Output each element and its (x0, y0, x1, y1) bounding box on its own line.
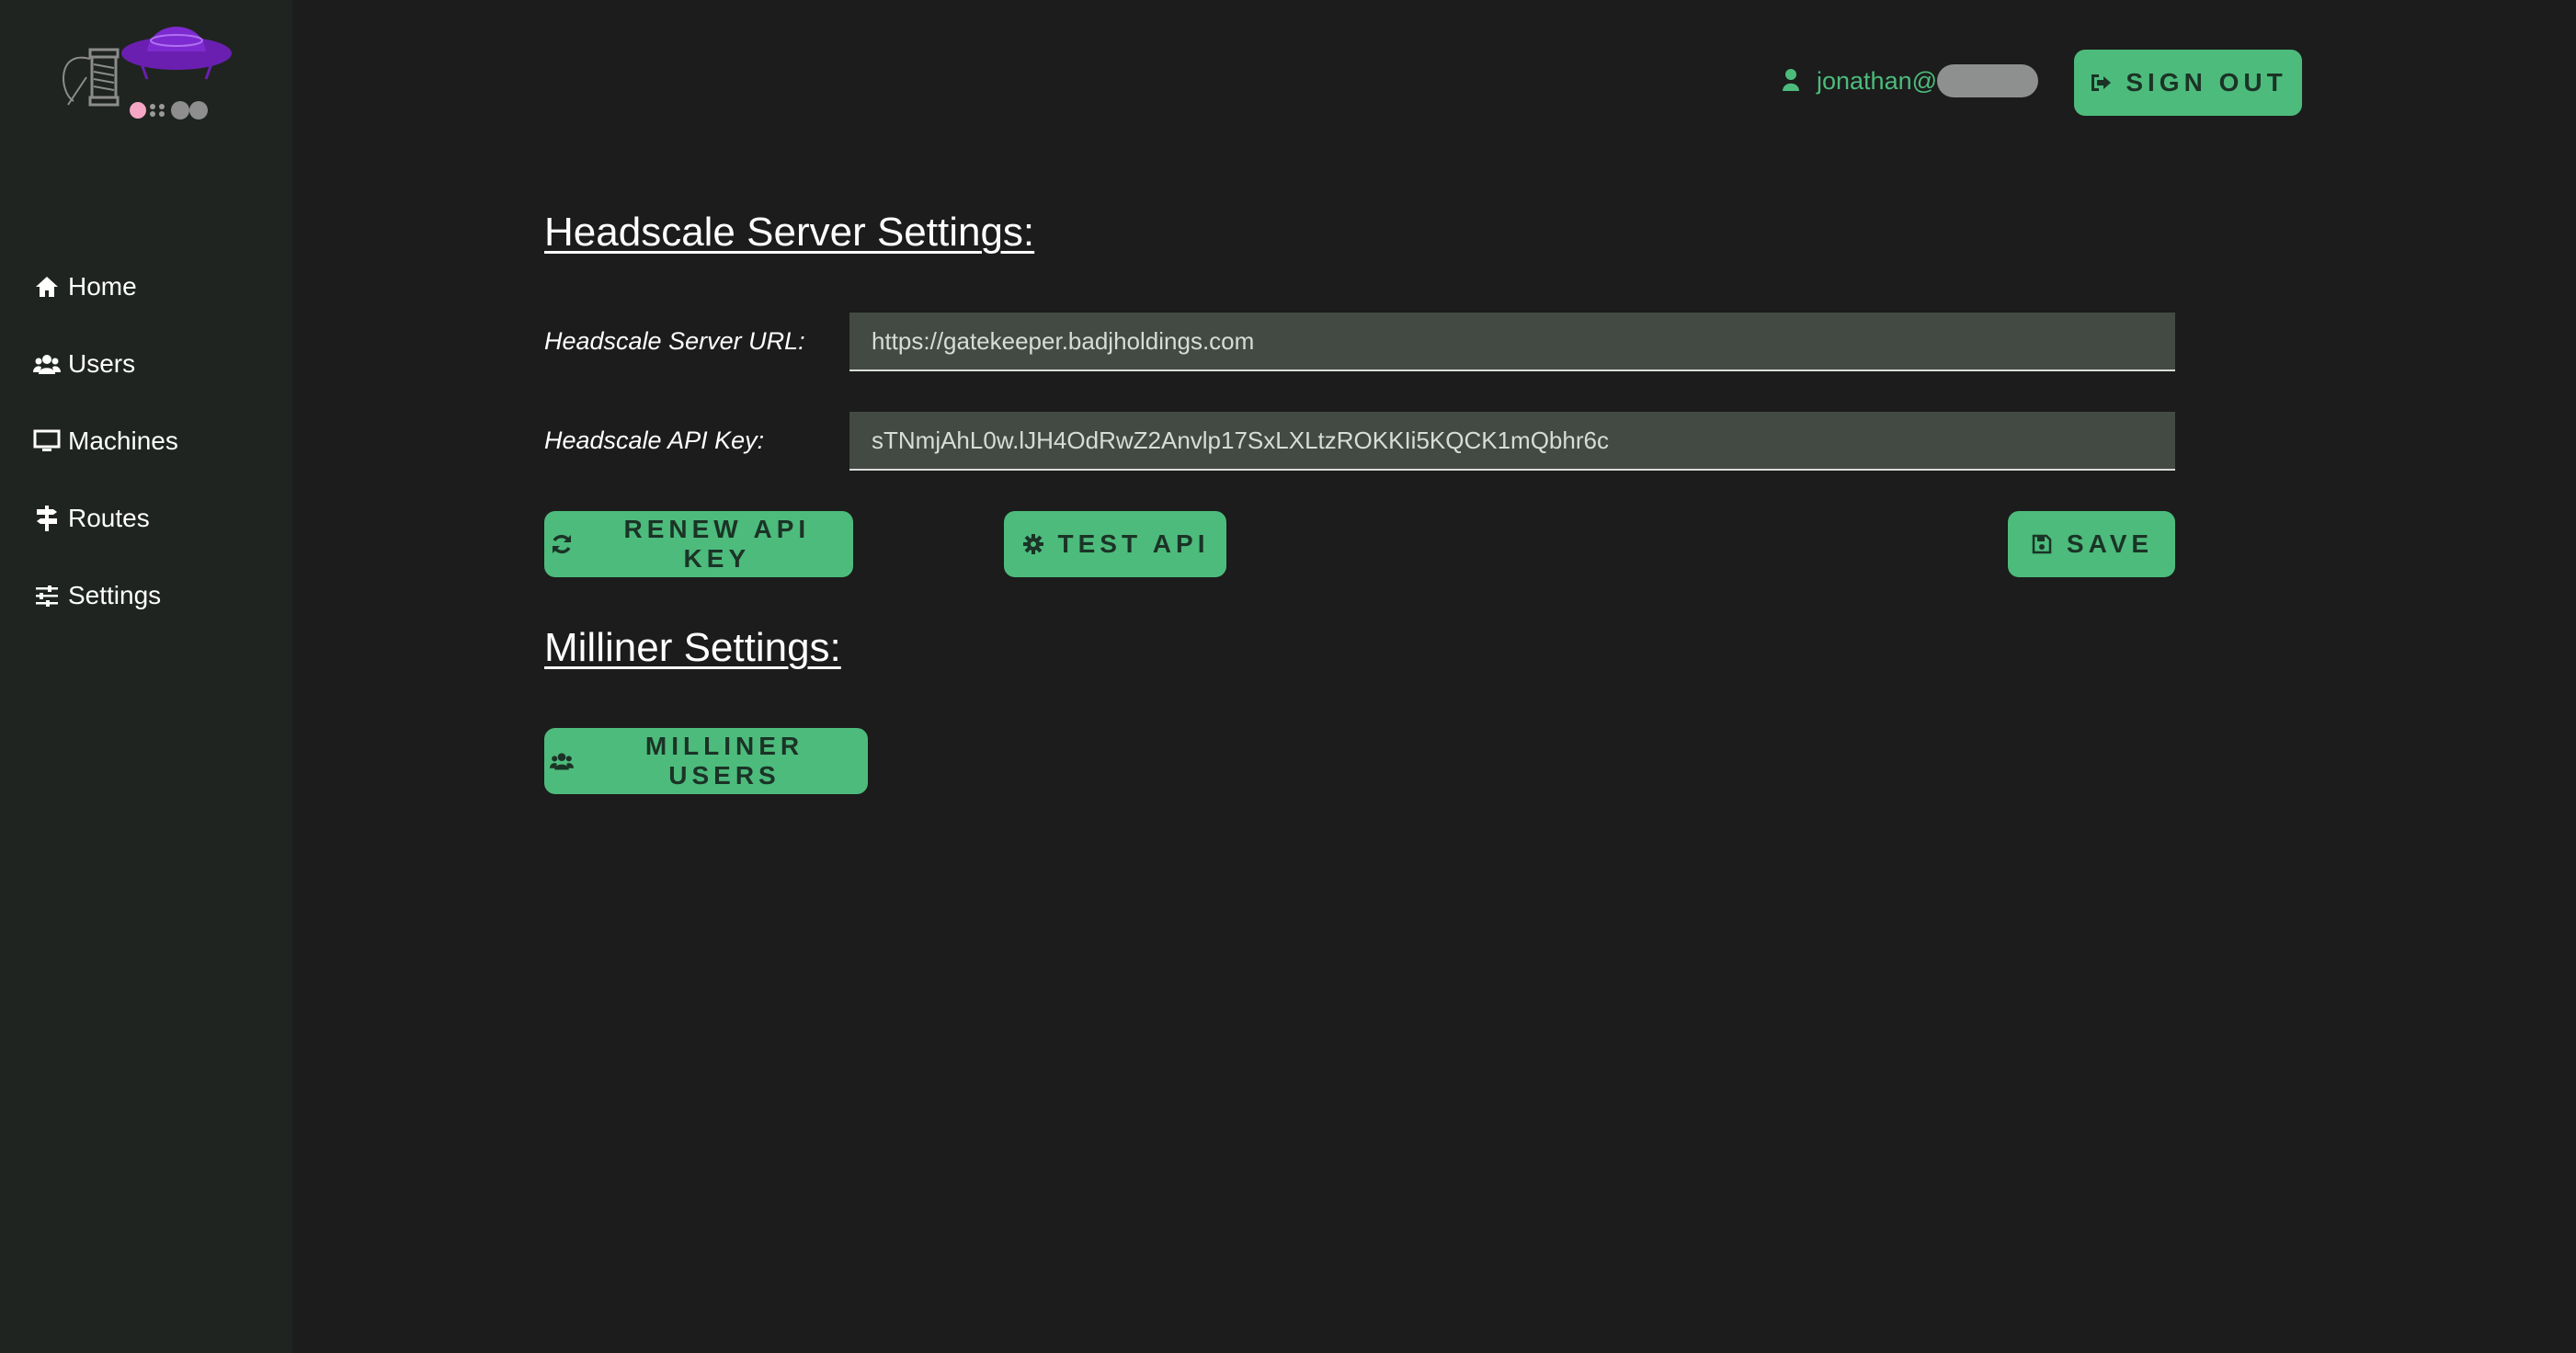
user-name: jonathan@ (1817, 66, 1938, 95)
gear-icon (1021, 532, 1045, 556)
milliner-logo[interactable] (55, 13, 235, 127)
sign-out-icon (2089, 71, 2113, 95)
save-label: SAVE (2066, 529, 2154, 558)
sidebar-item-machines[interactable]: Machines (33, 403, 178, 480)
api-key-input[interactable] (849, 412, 2175, 471)
refresh-icon (550, 532, 574, 556)
sidebar: Home Users Machines Routes Settings (0, 0, 292, 1353)
sidebar-item-label: Users (68, 349, 136, 378)
renew-api-key-button[interactable]: RENEW API KEY (544, 511, 853, 577)
milliner-users-button[interactable]: MILLINER USERS (544, 728, 868, 794)
sidebar-item-label: Machines (68, 426, 178, 455)
signpost-icon (33, 505, 61, 532)
desktop-icon (33, 427, 61, 455)
test-api-button[interactable]: TEST API (1004, 511, 1226, 577)
sidebar-item-label: Home (68, 272, 137, 301)
current-user: jonathan@ (1782, 64, 2039, 97)
users-icon (550, 749, 574, 773)
sidebar-item-users[interactable]: Users (33, 325, 178, 403)
sidebar-item-label: Settings (68, 581, 162, 609)
users-icon (33, 350, 61, 378)
user-icon (1782, 68, 1804, 94)
sidebar-item-home[interactable]: Home (33, 248, 178, 325)
milliner-users-label: MILLINER USERS (644, 732, 804, 790)
save-button[interactable]: SAVE (2008, 511, 2175, 577)
server-url-label: Headscale Server URL: (544, 327, 805, 355)
sidebar-item-routes[interactable]: Routes (33, 480, 178, 557)
sidebar-item-settings[interactable]: Settings (33, 557, 178, 634)
api-key-label: Headscale API Key: (544, 426, 765, 454)
redacted-domain (1937, 64, 2039, 97)
renew-api-key-label: RENEW API KEY (623, 515, 811, 573)
sign-out-label: SIGN OUT (2126, 68, 2287, 97)
sign-out-button[interactable]: SIGN OUT (2074, 50, 2302, 116)
sidebar-item-label: Routes (68, 504, 150, 532)
floppy-disk-icon (2030, 532, 2054, 556)
sliders-icon (33, 582, 61, 609)
milliner-settings-title: Milliner Settings: (544, 625, 841, 670)
headscale-settings-title: Headscale Server Settings: (544, 210, 1035, 255)
home-icon (33, 273, 61, 301)
server-url-input[interactable] (849, 313, 2175, 371)
sidebar-nav: Home Users Machines Routes Settings (33, 248, 178, 634)
test-api-label: TEST API (1057, 529, 1210, 558)
